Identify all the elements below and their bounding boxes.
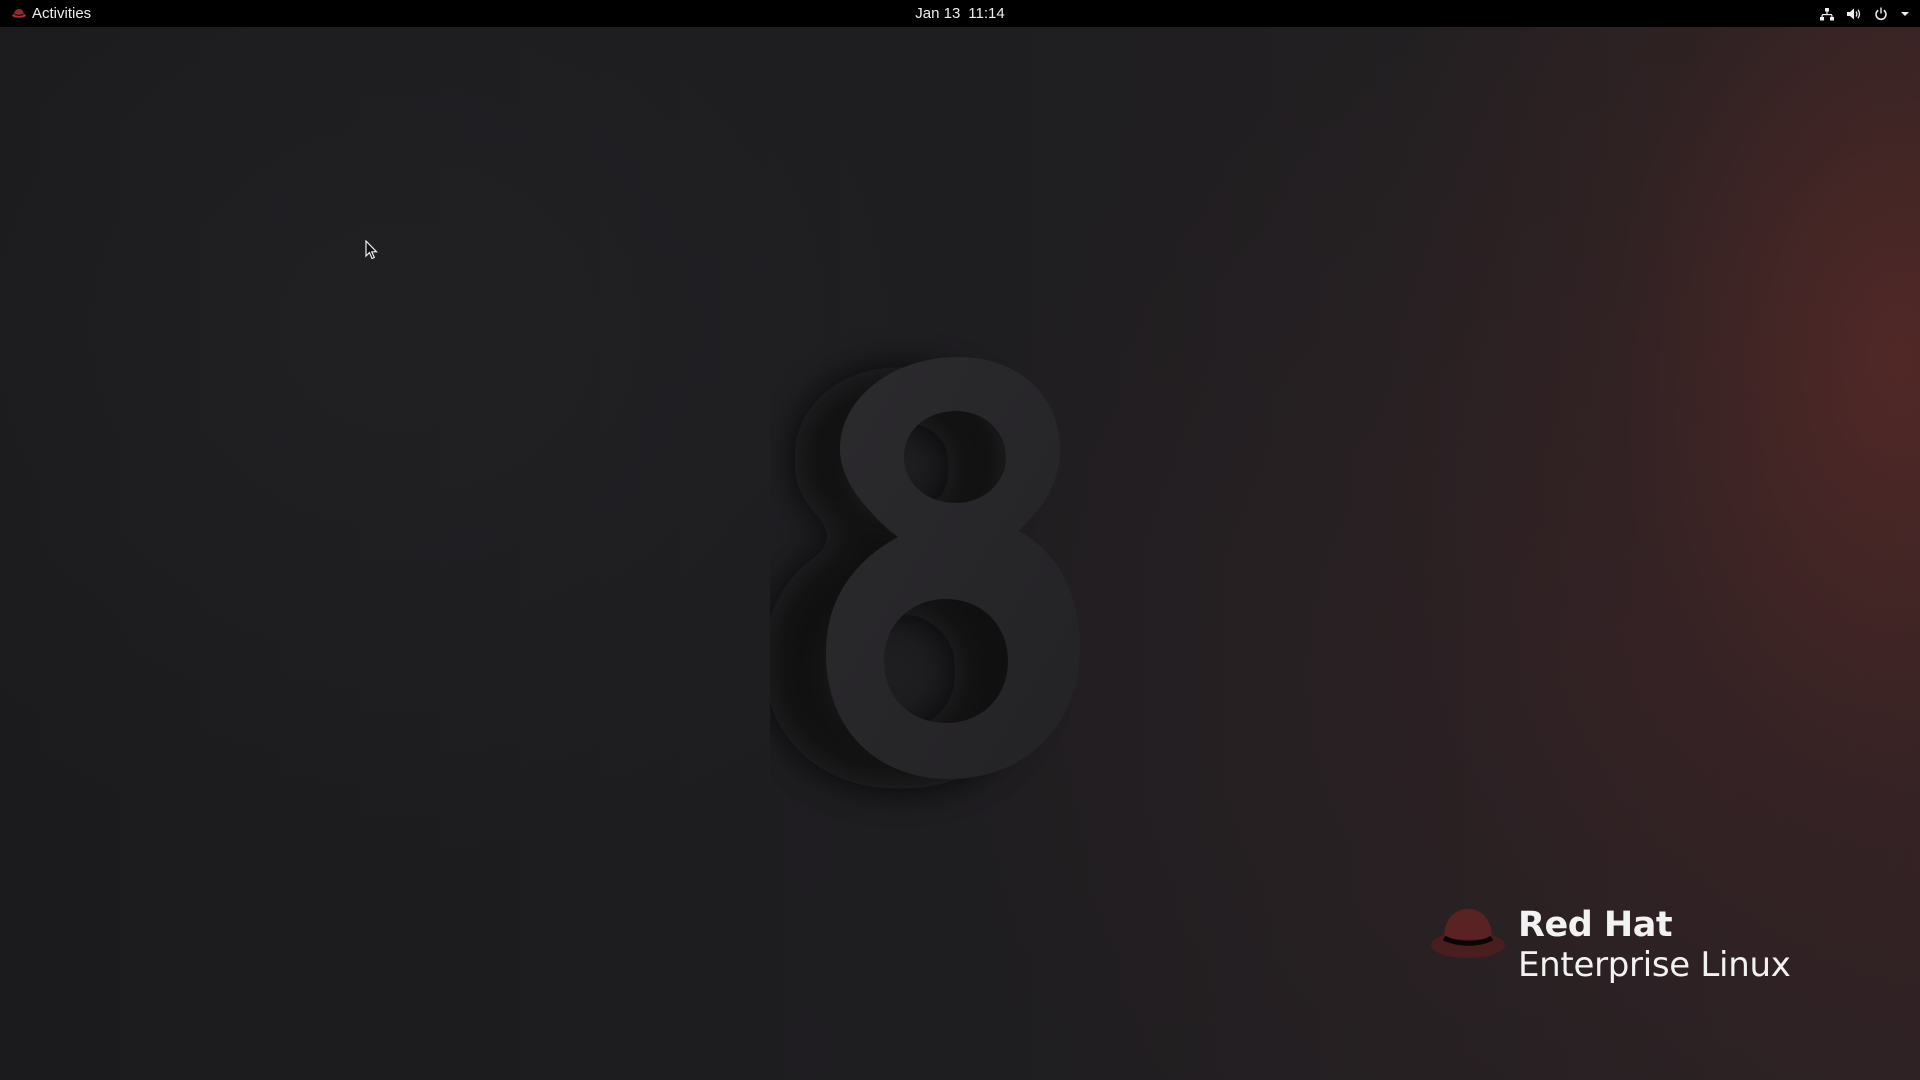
desktop-wallpaper[interactable]: Red Hat Enterprise Linux — [0, 27, 1920, 1080]
top-bar: Activities Jan 13 11:14 — [0, 0, 1920, 27]
logo-product-name: Enterprise Linux — [1518, 945, 1791, 985]
network-wired-icon[interactable] — [1820, 7, 1834, 21]
date-label: Jan 13 — [915, 5, 961, 22]
volume-icon[interactable] — [1846, 7, 1862, 21]
system-tray[interactable] — [1820, 0, 1910, 27]
power-icon[interactable] — [1874, 7, 1888, 21]
chevron-down-icon[interactable] — [1900, 10, 1910, 18]
wallpaper-numeral-8 — [764, 317, 1110, 857]
activities-button[interactable]: Activities — [0, 0, 101, 27]
redhat-hat-icon — [12, 8, 26, 19]
redhat-logo: Red Hat Enterprise Linux — [1430, 905, 1791, 985]
mouse-pointer-icon — [365, 239, 379, 265]
logo-brand-name: Red Hat — [1518, 905, 1673, 945]
redhat-hat-icon — [1430, 905, 1506, 968]
clock-button[interactable]: Jan 13 11:14 — [915, 0, 1004, 27]
activities-label: Activities — [32, 5, 92, 22]
screen: Activities Jan 13 11:14 Red Hat Enterpri… — [0, 0, 1920, 1080]
time-label: 11:14 — [968, 5, 1005, 22]
